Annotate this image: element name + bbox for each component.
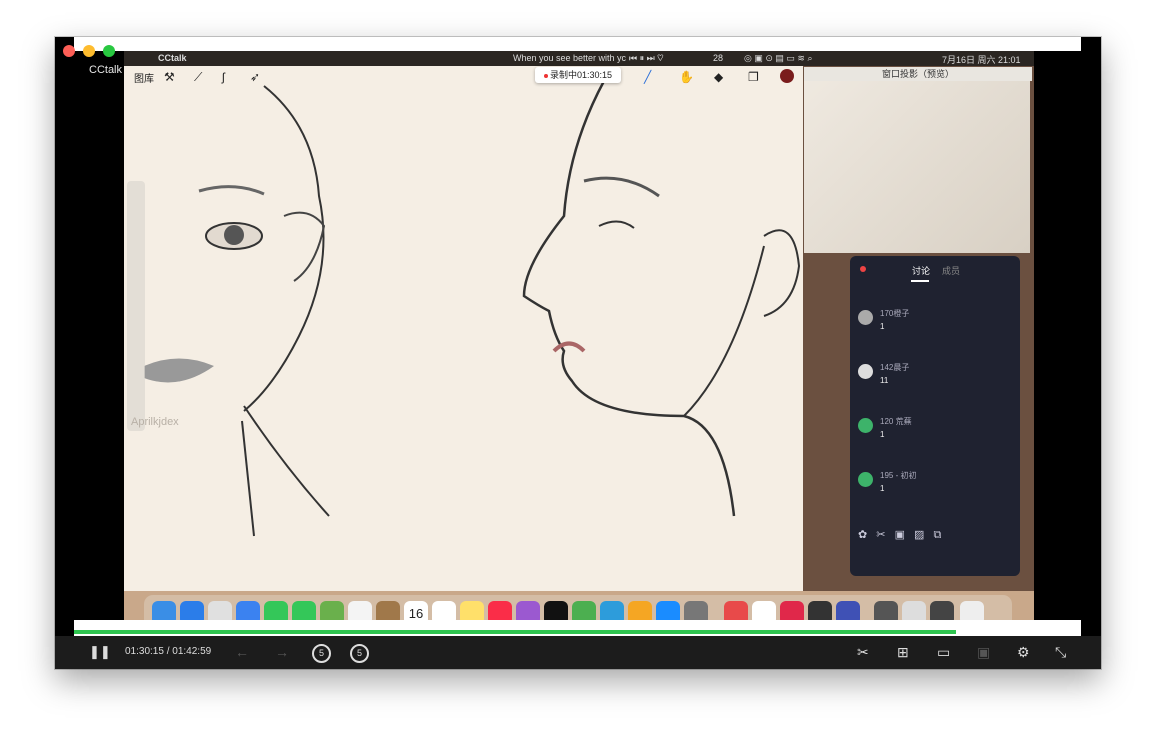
- photos-icon[interactable]: [348, 601, 372, 621]
- reminders-icon[interactable]: [432, 601, 456, 621]
- music-icon[interactable]: [488, 601, 512, 621]
- time-separator: /: [166, 646, 170, 657]
- chat-sender: 142晨子: [880, 363, 910, 372]
- forward-5-icon: 5: [350, 644, 369, 663]
- chat-text: 1: [880, 484, 885, 493]
- now-playing-text: When you see better with yc: [513, 53, 627, 63]
- cctalk-icon[interactable]: [836, 601, 860, 621]
- share-icon[interactable]: ⧉: [934, 529, 942, 541]
- avatar: [858, 310, 873, 325]
- add-note-icon[interactable]: ⊞: [897, 644, 909, 661]
- preview-photo: [804, 81, 1030, 253]
- exit-fullscreen-icon[interactable]: ⤡: [1055, 644, 1066, 661]
- keynote-icon[interactable]: [600, 601, 624, 621]
- minimize-window-button[interactable]: [83, 45, 95, 57]
- tab-underline: [911, 280, 929, 282]
- total-time: 01:42:59: [172, 646, 212, 657]
- menubar-app-name: CCtalk: [158, 53, 187, 63]
- scissors-icon[interactable]: ✂: [857, 644, 869, 661]
- previous-icon[interactable]: ←: [235, 644, 249, 660]
- preview-title: 窗口投影（预览）: [804, 67, 1032, 81]
- obs-icon[interactable]: [808, 601, 832, 621]
- title-strip: [74, 37, 1081, 51]
- avatar: [858, 364, 873, 379]
- messages-icon[interactable]: [292, 601, 316, 621]
- media-controls-icon: ⏮ ⏸ ⏭ ♡: [629, 53, 664, 63]
- chat-sender: 120 荒蕪: [880, 417, 912, 426]
- app-name: CCtalk: [89, 64, 123, 76]
- rewind-5-icon: 5: [312, 644, 331, 663]
- menubar-datetime: 7月16日 周六 21:01: [942, 55, 1021, 65]
- current-time: 01:30:15: [125, 646, 164, 657]
- status-icons: ◎ ▣ ⊙ ▤ ▭ ≋ ⌕: [744, 53, 813, 63]
- chat-close-icon[interactable]: [860, 266, 866, 272]
- forward-5-button[interactable]: 5: [350, 643, 369, 663]
- shared-menubar: CCtalk When you see better with yc ⏮ ⏸ ⏭…: [124, 51, 1034, 66]
- next-icon[interactable]: →: [275, 644, 289, 660]
- maximize-window-button[interactable]: [103, 45, 115, 57]
- recording-badge: 录制中01:30:15: [535, 67, 621, 83]
- safari-icon[interactable]: [180, 601, 204, 621]
- pip-icon[interactable]: ▣: [977, 644, 990, 661]
- chat-sender: 195 - 初初: [880, 471, 917, 480]
- chat-message: 120 荒蕪 1: [858, 414, 1008, 450]
- chat-message: 195 - 初初 1: [858, 468, 1008, 504]
- chat-toolbar: ✿ ✂ ▣ ▨ ⧉: [858, 528, 947, 542]
- canvas-watermark: Aprilkjdex: [131, 416, 179, 428]
- launchpad-icon[interactable]: [208, 601, 232, 621]
- app-store-icon[interactable]: [656, 601, 680, 621]
- tab-members[interactable]: 成员: [942, 264, 960, 277]
- notes-app-icon[interactable]: [376, 601, 400, 621]
- system-preferences-icon[interactable]: [684, 601, 708, 621]
- recording-dot-icon: [543, 73, 548, 78]
- app-icon-circle[interactable]: [752, 601, 776, 621]
- maps-icon[interactable]: [320, 601, 344, 621]
- calendar-icon[interactable]: 16: [404, 601, 428, 621]
- screenshot-icon[interactable]: ▨: [914, 529, 924, 541]
- pages-icon[interactable]: [628, 601, 652, 621]
- tab-discussion[interactable]: 讨论: [912, 264, 930, 277]
- netease-music-icon[interactable]: [780, 601, 804, 621]
- chat-sender: 170橙子: [880, 309, 910, 318]
- finder-icon[interactable]: [152, 601, 176, 621]
- mail-icon[interactable]: [236, 601, 260, 621]
- window-thumbnail-icon[interactable]: [930, 601, 954, 621]
- scissors-icon[interactable]: ✂: [876, 529, 885, 541]
- notes-icon[interactable]: [460, 601, 484, 621]
- settings-icon[interactable]: ⚙: [1017, 644, 1030, 661]
- chat-text: 1: [880, 322, 885, 331]
- chat-text: 1: [880, 430, 885, 439]
- facetime-icon[interactable]: [264, 601, 288, 621]
- chat-panel: 讨论 成员 170橙子 1 142晨子 11 120 荒蕪 1 195 - 初初: [850, 256, 1020, 576]
- window-thumbnail-icon[interactable]: [902, 601, 926, 621]
- face-sketch: [144, 80, 801, 537]
- video-frame[interactable]: CCtalk When you see better with yc ⏮ ⏸ ⏭…: [124, 51, 1034, 621]
- trash-icon[interactable]: [960, 601, 984, 621]
- drawing-canvas: 图库 ⚒ ⟋ ʃ ➶ ╱ ✋ ◆ ❐ Aprilkjdex: [124, 66, 803, 591]
- comment-icon[interactable]: ▭: [937, 644, 950, 661]
- chat-text: 11: [880, 376, 889, 385]
- badge-count: 28: [713, 53, 724, 63]
- time-display: 01:30:15 / 01:42:59: [125, 646, 211, 657]
- app-icon-red[interactable]: [724, 601, 748, 621]
- chat-message: 142晨子 11: [858, 360, 1008, 396]
- numbers-icon[interactable]: [572, 601, 596, 621]
- chat-message: 170橙子 1: [858, 306, 1008, 342]
- player-controls: ❚❚ 01:30:15 / 01:42:59 ← → 5 5 ✂ ⊞ ▭ ▣ ⚙…: [55, 636, 1101, 669]
- recording-label: 录制中01:30:15: [549, 70, 613, 80]
- flower-icon[interactable]: ✿: [858, 529, 867, 541]
- progress-fill[interactable]: [74, 630, 957, 634]
- brush-size-slider[interactable]: [127, 181, 145, 431]
- dock: 16: [144, 595, 1012, 621]
- image-icon[interactable]: ▣: [895, 529, 905, 541]
- close-window-button[interactable]: [63, 45, 75, 57]
- rewind-5-button[interactable]: 5: [312, 643, 331, 663]
- tv-icon[interactable]: [544, 601, 568, 621]
- podcasts-icon[interactable]: [516, 601, 540, 621]
- avatar: [858, 418, 873, 433]
- player-window: CCtalk CCtalk When you see better with y…: [55, 37, 1101, 669]
- avatar: [858, 472, 873, 487]
- window-thumbnail-icon[interactable]: [874, 601, 898, 621]
- pause-icon[interactable]: ❚❚: [89, 644, 111, 660]
